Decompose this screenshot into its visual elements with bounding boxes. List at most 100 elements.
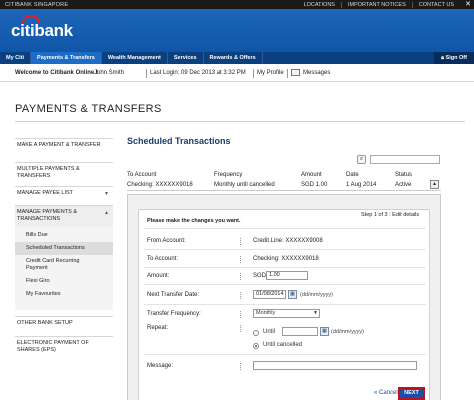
sidebar-item-eps[interactable]: ELECTRONIC PAYMENT OF SHARES (EPS): [15, 336, 113, 357]
message-label: Message:: [147, 363, 174, 369]
welcome-bar: Welcome to Citibank Online ! John Smith …: [0, 66, 474, 82]
row-frequency: Monthly until cancelled: [214, 182, 275, 188]
sidebar-subitem-flexi-giro[interactable]: Flexi Giro: [15, 275, 113, 288]
step-indicator: Step 1 of 3 : Edit details: [361, 212, 420, 218]
user-name: John Smith: [94, 70, 125, 76]
nav-rewards-offers[interactable]: Rewards & Offers: [204, 52, 263, 64]
contact-us-link[interactable]: CONTACT US: [411, 1, 460, 8]
form-divider: [144, 228, 426, 229]
sidebar-subitem-my-favourites[interactable]: My Favourites: [15, 288, 113, 310]
next-transfer-date-label: Next Transfer Date:: [147, 292, 200, 298]
utility-links: LOCATIONS IMPORTANT NOTICES CONTACT US: [298, 1, 460, 8]
welcome-greeting: Welcome to Citibank Online !: [15, 70, 98, 76]
sign-off-label: Sign Off: [445, 55, 467, 61]
from-account-label: From Account:: [147, 238, 186, 244]
nav-my-citi[interactable]: My Citi: [0, 52, 32, 64]
next-transfer-date-input[interactable]: 01/08/2014: [253, 290, 286, 299]
nav-wealth-management[interactable]: Wealth Management: [102, 52, 168, 64]
sign-off-button[interactable]: 🔒︎ Sign Off: [434, 52, 474, 64]
chevron-up-icon: ▲: [104, 210, 109, 216]
dotted-separator: [240, 311, 241, 318]
column-header-date: Date: [346, 172, 359, 178]
logo-arc-icon: [22, 15, 40, 23]
amount-input[interactable]: 1.00: [266, 271, 308, 280]
amount-label: Amount:: [147, 273, 170, 279]
form-divider: [144, 267, 426, 268]
sidebar-item-multiple-payments[interactable]: MULTIPLE PAYMENTS & TRANSFERS: [15, 162, 113, 183]
title-divider: [15, 121, 465, 122]
dotted-separator: [240, 256, 241, 263]
cancel-link[interactable]: « Cancel: [374, 390, 398, 396]
main-nav: My Citi Payments & Transfers Wealth Mana…: [0, 52, 474, 64]
row-divider: [127, 190, 441, 191]
nav-services[interactable]: Services: [168, 52, 204, 64]
until-date-input[interactable]: [282, 327, 318, 336]
column-header-to-account: To Account: [127, 172, 157, 178]
sidebar-item-label: MANAGE PAYMENTS & TRANSACTIONS: [17, 209, 78, 222]
divider: [253, 69, 254, 78]
divider: [287, 69, 288, 78]
until-label: Until: [263, 329, 276, 335]
until-radio[interactable]: [253, 330, 259, 336]
dotted-separator: [240, 325, 241, 332]
messages-link[interactable]: Messages: [303, 70, 330, 76]
chevron-down-icon: ▼: [313, 310, 318, 316]
row-status: Active: [395, 182, 412, 188]
page-title: PAYMENTS & TRANSFERS: [15, 103, 162, 115]
chevron-down-icon: ▼: [104, 191, 109, 197]
sidebar-item-manage-transactions[interactable]: MANAGE PAYMENTS & TRANSACTIONS ▲: [15, 205, 113, 226]
sidebar-subitem-bills-due[interactable]: Bills Due: [15, 226, 113, 242]
sidebar-subitem-scheduled-transactions[interactable]: Scheduled Transactions: [15, 242, 113, 255]
locations-link[interactable]: LOCATIONS: [298, 2, 341, 8]
collapse-icon[interactable]: ▴: [430, 180, 439, 189]
important-notices-link[interactable]: IMPORTANT NOTICES: [340, 1, 412, 8]
message-input[interactable]: [253, 361, 417, 370]
transfer-frequency-select[interactable]: Monthly ▼: [253, 309, 320, 318]
repeat-label: Repeat:: [147, 325, 169, 331]
row-date: 1 Aug 2014: [346, 182, 377, 188]
sidebar: MAKE A PAYMENT & TRANSFER MULTIPLE PAYME…: [15, 138, 113, 357]
dotted-separator: [240, 292, 241, 299]
close-icon[interactable]: ✕: [464, 0, 472, 9]
currency-label: SGD: [253, 273, 267, 279]
envelope-icon[interactable]: [291, 69, 300, 76]
dotted-separator: [240, 363, 241, 370]
logo-text: citibank: [11, 21, 73, 40]
date-format-hint: (dd/mm/yyyy): [331, 329, 364, 335]
dotted-separator: [240, 273, 241, 280]
to-account-value: Checking: XXXXXX9018: [253, 256, 319, 262]
to-account-label: To Account:: [147, 256, 179, 262]
content-title: Scheduled Transactions: [127, 136, 231, 146]
sidebar-subitem-credit-card-recurring[interactable]: Credit Card Recurring Payment: [15, 255, 113, 275]
column-header-frequency: Frequency: [214, 172, 243, 178]
column-header-status: Status: [395, 172, 413, 178]
next-button[interactable]: NEXT: [398, 387, 425, 400]
column-header-amount: Amount: [301, 172, 322, 178]
region-label: CITIBANK SINGAPORE: [5, 1, 69, 8]
until-cancelled-label: Until cancelled: [263, 342, 303, 348]
date-format-hint: (dd/mm/yyyy): [300, 292, 333, 298]
divider: [146, 69, 147, 78]
calendar-icon[interactable]: ▦: [288, 290, 297, 299]
nav-payments-transfers[interactable]: Payments & Transfers: [31, 52, 102, 64]
row-to-account: Checking: XXXXXX9018: [127, 182, 193, 188]
sidebar-item-payee-list[interactable]: MANAGE PAYEE LIST ▼: [15, 186, 113, 200]
sidebar-item-make-payment[interactable]: MAKE A PAYMENT & TRANSFER: [15, 138, 113, 152]
form-divider: [144, 249, 426, 250]
form-instruction: Please make the changes you want.: [147, 218, 241, 224]
sidebar-item-label: MANAGE PAYEE LIST: [17, 190, 74, 196]
until-cancelled-radio[interactable]: [253, 343, 259, 349]
last-login: Last Login: 09 Dec 2013 at 3:32 PM: [150, 70, 246, 76]
form-divider: [144, 304, 426, 305]
row-amount: SGD 1.00: [301, 182, 328, 188]
form-divider: [144, 354, 426, 355]
my-profile-link[interactable]: My Profile: [257, 70, 284, 76]
sidebar-item-other-bank-setup[interactable]: OTHER BANK SETUP: [15, 316, 113, 330]
citibank-logo[interactable]: citibank: [11, 15, 73, 41]
calendar-icon[interactable]: ▦: [320, 327, 329, 336]
from-account-value: Credit Line: XXXXXX9008: [253, 238, 323, 244]
cancel-label: Cancel: [379, 390, 398, 396]
top-utility-bar: CITIBANK SINGAPORE LOCATIONS IMPORTANT N…: [0, 0, 474, 9]
search-input[interactable]: [370, 155, 440, 164]
search-icon[interactable]: ⌕: [357, 155, 366, 164]
